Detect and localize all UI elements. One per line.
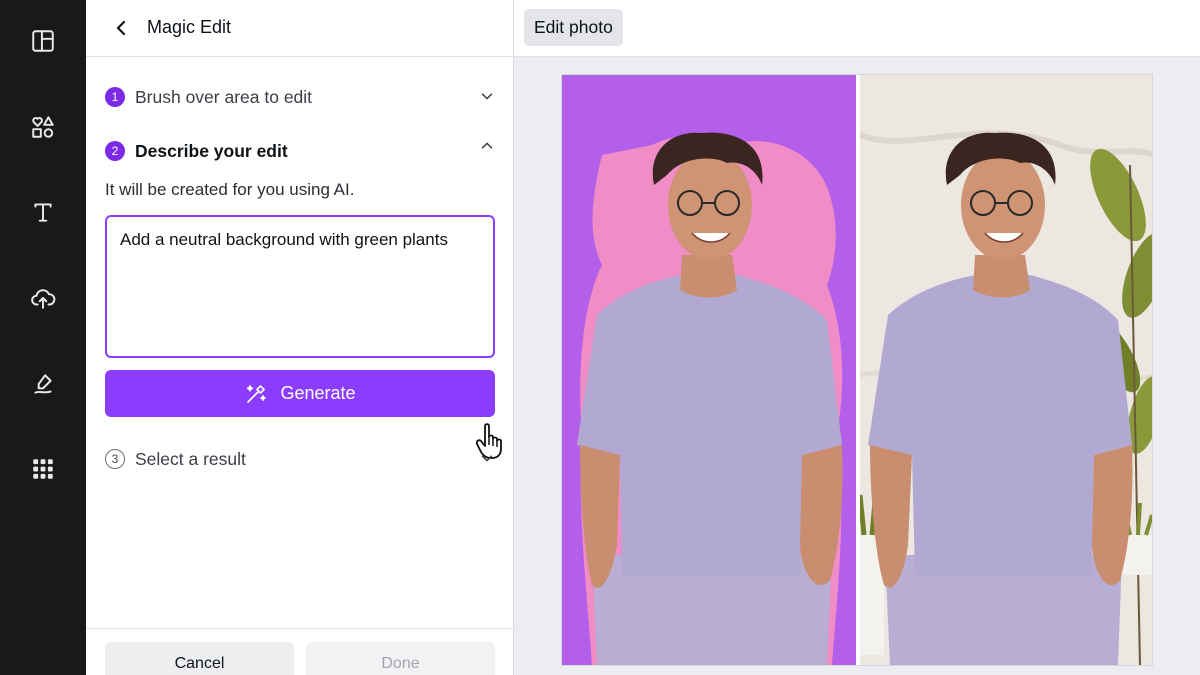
apps-grid-icon[interactable]	[23, 449, 63, 489]
edit-prompt-input[interactable]	[105, 215, 495, 358]
draw-icon[interactable]	[23, 364, 63, 404]
step-describe-edit[interactable]: 2 Describe your edit	[105, 136, 496, 166]
step-label: Brush over area to edit	[135, 86, 313, 107]
done-button[interactable]: Done	[306, 642, 495, 675]
after-image	[860, 75, 1152, 665]
before-image	[562, 75, 856, 665]
generate-button[interactable]: Generate	[105, 370, 495, 417]
editor-topbar: Edit photo	[514, 0, 1200, 57]
person-brushed-illustration	[577, 75, 856, 665]
helper-text: It will be created for you using AI.	[105, 180, 355, 199]
design-artboard[interactable]	[562, 75, 1152, 665]
step-number-badge: 3	[105, 449, 125, 469]
elements-icon[interactable]	[23, 107, 63, 147]
canvas-area	[514, 57, 1200, 675]
magic-wand-icon	[244, 382, 268, 406]
step-number-badge: 2	[105, 141, 125, 161]
step-select-result[interactable]: 3 Select a result	[105, 444, 496, 474]
cancel-button[interactable]: Cancel	[105, 642, 294, 675]
person-with-plants-illustration	[860, 75, 1152, 665]
left-rail	[0, 0, 86, 675]
chevron-down-icon	[480, 89, 496, 105]
layout-icon[interactable]	[23, 21, 63, 61]
generate-label: Generate	[280, 383, 356, 403]
step-brush-area[interactable]: 1 Brush over area to edit	[105, 82, 496, 112]
chevron-down-icon	[480, 451, 496, 467]
panel-title: Magic Edit	[147, 17, 232, 37]
step-number-badge: 1	[105, 87, 125, 107]
panel-footer: Cancel Done	[86, 628, 513, 675]
back-chevron-icon[interactable]	[108, 14, 136, 42]
step-label: Select a result	[135, 448, 246, 469]
text-icon[interactable]	[23, 192, 63, 232]
panel-header: Magic Edit	[86, 0, 513, 57]
magic-edit-panel: Magic Edit 1 Brush over area to edit 2 D…	[86, 0, 514, 675]
upload-cloud-icon[interactable]	[23, 278, 63, 318]
chevron-up-icon	[480, 139, 496, 155]
step-label: Describe your edit	[135, 140, 288, 161]
edit-photo-button[interactable]: Edit photo	[524, 9, 623, 46]
